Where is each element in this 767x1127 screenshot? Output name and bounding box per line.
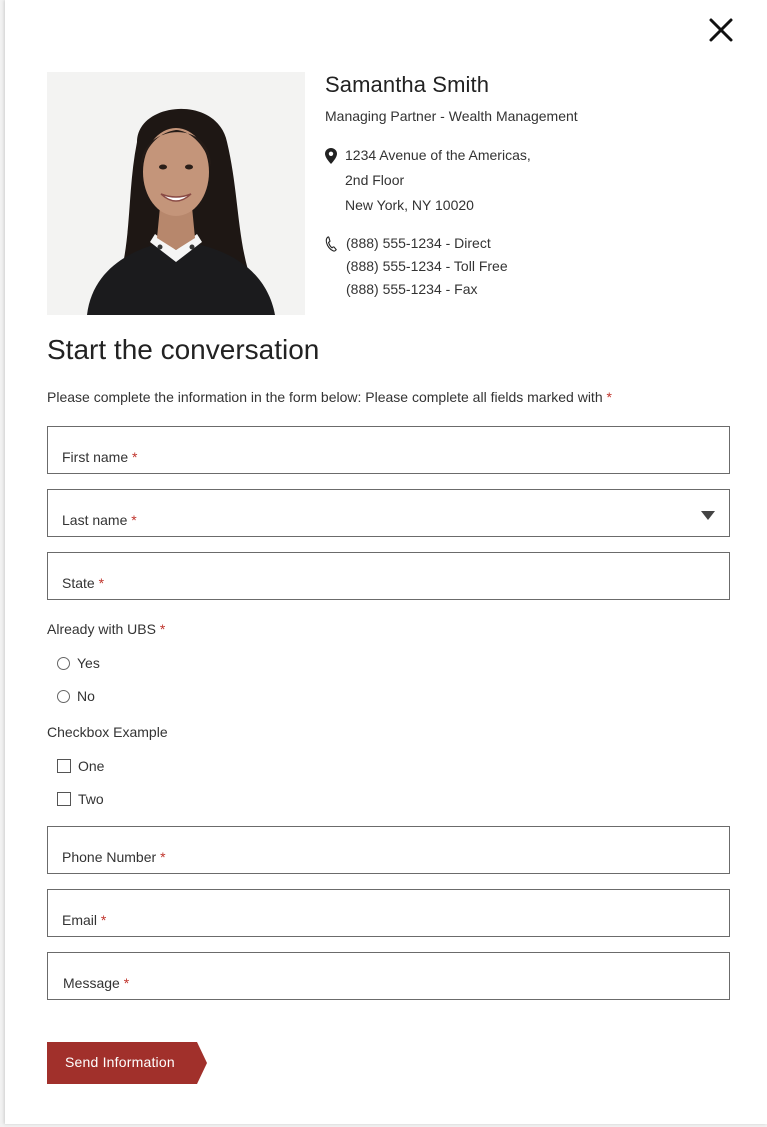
form-intro-text: Please complete the information in the f… (47, 389, 603, 405)
checkbox[interactable] (57, 759, 71, 773)
map-pin-icon (325, 148, 337, 164)
radio-yes[interactable]: Yes (57, 654, 100, 672)
advisor-photo (47, 72, 305, 315)
phone-fax[interactable]: (888) 555-1234 - Fax (346, 281, 478, 297)
state-field[interactable]: State * (47, 552, 730, 600)
advisor-name: Samantha Smith (325, 72, 490, 97)
email-label: Email * (62, 912, 107, 928)
phone-direct[interactable]: (888) 555-1234 - Direct (346, 235, 491, 251)
phone-icon (325, 236, 337, 252)
close-icon (709, 18, 733, 42)
checkbox[interactable] (57, 792, 71, 806)
radio-button[interactable] (57, 689, 70, 703)
address-line-1: 1234 Avenue of the Americas, (345, 147, 531, 163)
form-intro: Please complete the information in the f… (47, 389, 612, 405)
caret-down-icon[interactable] (701, 511, 715, 520)
phone-number-label: Phone Number * (62, 849, 166, 865)
address-line-2: 2nd Floor (345, 172, 405, 188)
message-label: Message * (63, 975, 130, 991)
advisor-title: Managing Partner - Wealth Management (325, 108, 578, 124)
email-field[interactable]: Email * (47, 889, 730, 937)
last-name-field[interactable]: Last name * (47, 489, 730, 537)
checkbox-two-label: Two (78, 791, 104, 807)
required-marker: * (606, 389, 612, 405)
radio-yes-label: Yes (77, 655, 100, 671)
send-information-button[interactable]: Send Information (47, 1042, 207, 1084)
first-name-label: First name * (62, 449, 138, 465)
form-heading: Start the conversation (47, 334, 320, 365)
send-information-label: Send Information (65, 1054, 175, 1070)
checkbox-one[interactable]: One (57, 757, 104, 775)
checkbox-two[interactable]: Two (57, 790, 104, 808)
checkbox-one-label: One (78, 758, 105, 774)
address-line-3: New York, NY 10020 (345, 197, 474, 213)
state-label: State * (62, 575, 105, 591)
checkbox-example-label: Checkbox Example (47, 724, 168, 740)
first-name-field[interactable]: First name * (47, 426, 730, 474)
close-button[interactable] (705, 14, 737, 46)
radio-button[interactable] (57, 656, 70, 670)
phone-toll-free[interactable]: (888) 555-1234 - Toll Free (346, 258, 508, 274)
radio-no[interactable]: No (57, 687, 95, 705)
last-name-label: Last name * (62, 512, 137, 528)
already-with-ubs-label: Already with UBS * (47, 621, 166, 637)
message-field[interactable]: Message * (47, 952, 730, 1000)
phone-number-field[interactable]: Phone Number * (47, 826, 730, 874)
radio-no-label: No (77, 688, 95, 704)
